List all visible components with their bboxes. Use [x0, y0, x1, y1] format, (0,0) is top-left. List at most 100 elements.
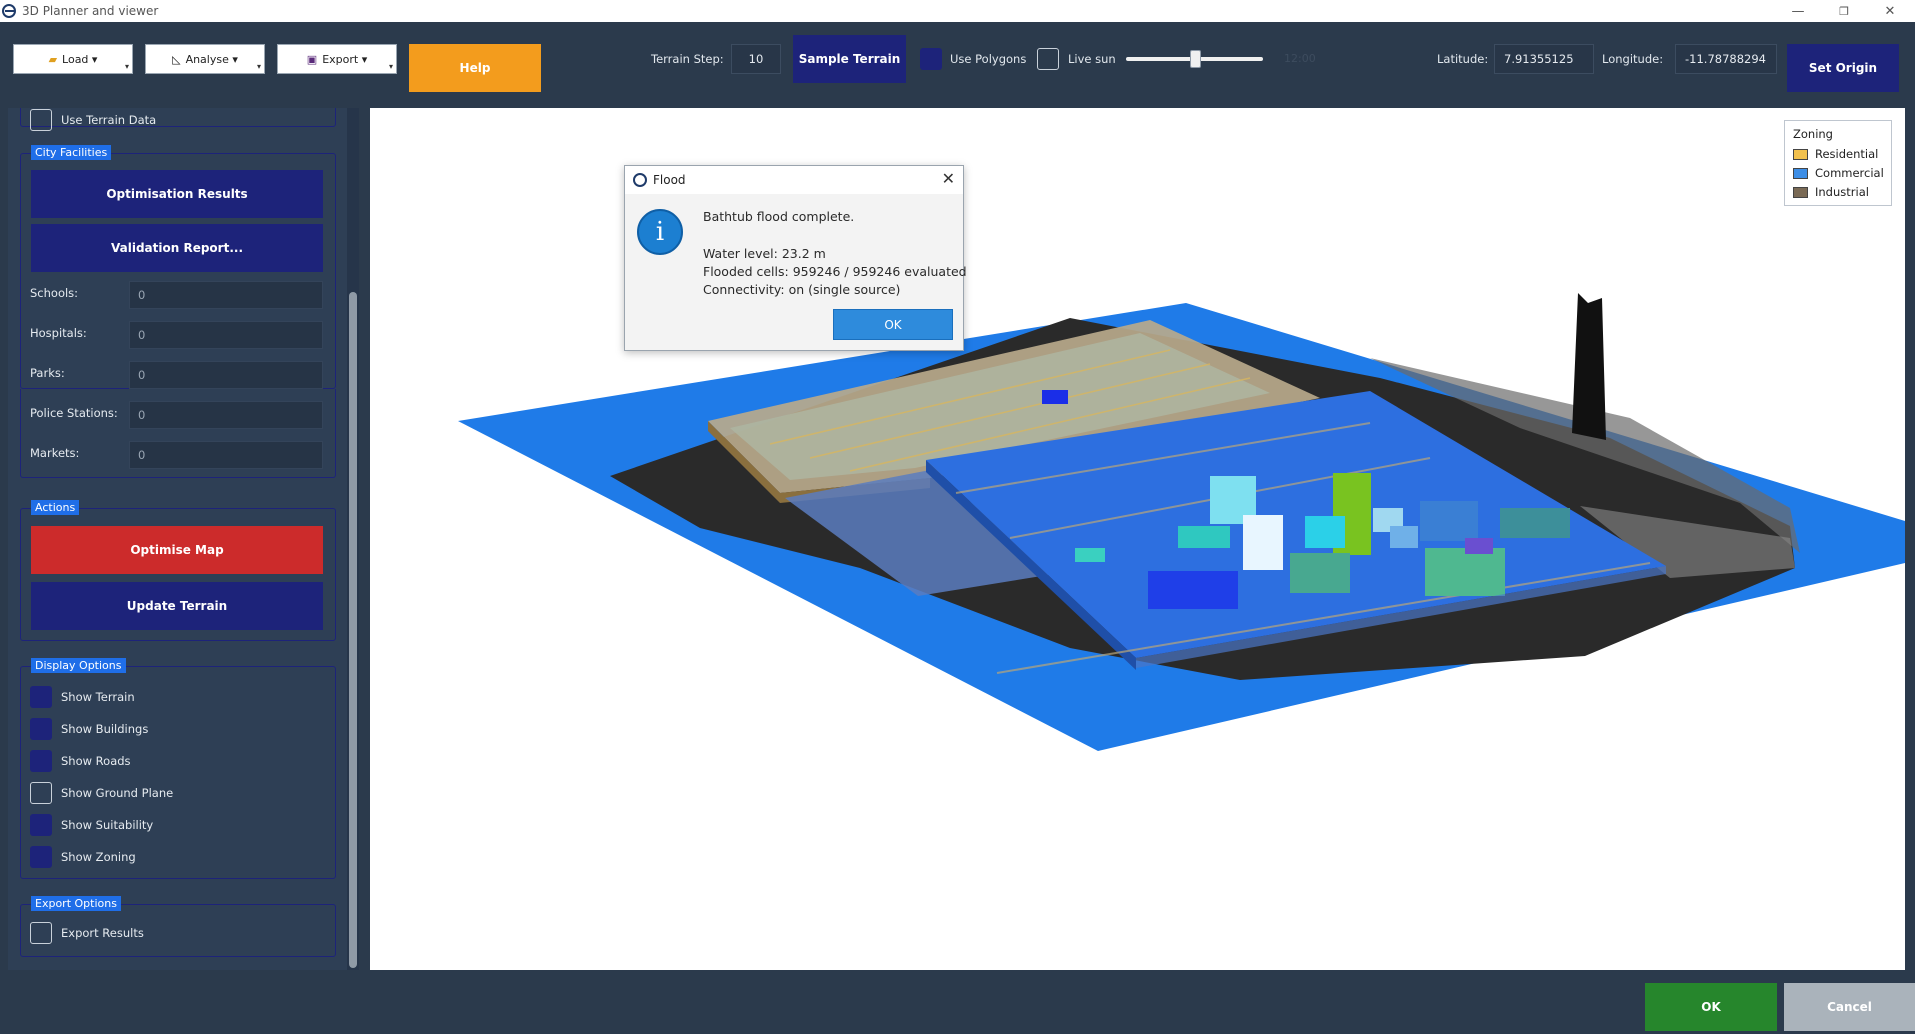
show-terrain-option[interactable]: Show Terrain — [30, 686, 135, 708]
latitude-input[interactable]: 7.91355125 — [1494, 44, 1594, 74]
show-buildings-label: Show Buildings — [61, 722, 149, 736]
building-teal — [1290, 553, 1350, 593]
3d-viewport[interactable] — [370, 108, 1905, 970]
show-buildings-option[interactable]: Show Buildings — [30, 718, 148, 740]
maximize-button[interactable]: ❐ — [1821, 0, 1867, 22]
close-button[interactable]: ✕ — [1867, 0, 1913, 22]
schools-input[interactable]: 0 — [129, 281, 323, 309]
show-ground-plane-option[interactable]: Show Ground Plane — [30, 782, 173, 804]
hospitals-input[interactable]: 0 — [129, 321, 323, 349]
legend-item-commercial: Commercial — [1793, 166, 1884, 180]
use-terrain-data-checkbox[interactable] — [30, 109, 52, 131]
export-results-option[interactable]: Export Results — [30, 922, 144, 944]
show-terrain-checkbox[interactable] — [30, 686, 52, 708]
export-dropdown[interactable]: ▣ Export ▾ ▾ — [277, 44, 397, 74]
window-titlebar: 3D Planner and viewer — ❐ ✕ — [0, 0, 1915, 22]
building-dark-blue — [1148, 571, 1238, 609]
show-ground-plane-label: Show Ground Plane — [61, 786, 174, 800]
use-polygons-label: Use Polygons — [950, 52, 1027, 66]
building-purple — [1465, 538, 1493, 554]
show-ground-plane-checkbox[interactable] — [30, 782, 52, 804]
app-logo-icon — [633, 173, 647, 187]
ok-button[interactable]: OK — [1645, 983, 1777, 1031]
show-suitability-label: Show Suitability — [61, 818, 154, 832]
load-label: Load ▾ — [62, 52, 98, 66]
latitude-label: Latitude: — [1437, 52, 1489, 66]
building-white — [1243, 515, 1283, 570]
use-polygons-checkbox[interactable] — [920, 48, 942, 70]
legend-industrial-label: Industrial — [1815, 185, 1869, 199]
city-3d-scene — [458, 293, 1905, 751]
residential-swatch — [1793, 148, 1808, 160]
hospitals-label: Hospitals: — [30, 326, 87, 340]
actions-title: Actions — [31, 500, 80, 515]
legend-item-residential: Residential — [1793, 147, 1878, 161]
city-facilities-group: City Facilities Optimisation Results Val… — [20, 145, 336, 389]
window-title: 3D Planner and viewer — [22, 4, 159, 18]
update-terrain-button[interactable]: Update Terrain — [31, 582, 323, 630]
use-terrain-data-option[interactable]: Use Terrain Data — [30, 109, 156, 131]
show-zoning-checkbox[interactable] — [30, 846, 52, 868]
dialog-water-level: Water level: 23.2 m — [703, 246, 826, 261]
sidebar[interactable]: Use Terrain Data City Facilities Optimis… — [8, 108, 356, 970]
legend-item-industrial: Industrial — [1793, 185, 1869, 199]
sun-time-slider-handle[interactable] — [1190, 50, 1201, 68]
live-sun-checkbox[interactable] — [1037, 48, 1059, 70]
show-zoning-option[interactable]: Show Zoning — [30, 846, 136, 868]
parks-label: Parks: — [30, 366, 65, 380]
set-origin-button[interactable]: Set Origin — [1787, 44, 1899, 92]
help-button[interactable]: Help — [409, 44, 541, 92]
building — [1500, 508, 1570, 538]
minimize-button[interactable]: — — [1775, 0, 1821, 22]
live-sun-label: Live sun — [1068, 52, 1116, 66]
show-zoning-label: Show Zoning — [61, 850, 136, 864]
parks-input[interactable]: 0 — [129, 361, 323, 389]
building — [1390, 526, 1418, 548]
validation-report-button[interactable]: Validation Report... — [31, 224, 323, 272]
show-terrain-label: Show Terrain — [61, 690, 135, 704]
legend-residential-label: Residential — [1815, 147, 1879, 161]
building — [1420, 501, 1478, 541]
chevron-down-icon: ▾ — [388, 62, 393, 71]
load-dropdown[interactable]: ▰ Load ▾ ▾ — [13, 44, 133, 74]
export-options-group: Export Options Export Results — [20, 896, 336, 957]
dialog-title: Flood — [653, 173, 686, 187]
industrial-swatch — [1793, 186, 1808, 198]
app-logo-icon — [2, 4, 16, 18]
ruler-icon: ◺ — [172, 52, 181, 66]
dialog-ok-button[interactable]: OK — [833, 309, 953, 340]
longitude-input[interactable]: -11.78788294 — [1675, 44, 1777, 74]
terrain-data-group: Use Terrain Data — [20, 108, 336, 131]
show-suitability-checkbox[interactable] — [30, 814, 52, 836]
chevron-down-icon: ▾ — [124, 62, 129, 71]
show-roads-checkbox[interactable] — [30, 750, 52, 772]
sun-time-label: 12:00 — [1284, 52, 1316, 65]
cancel-button[interactable]: Cancel — [1784, 983, 1915, 1031]
terrain-step-label: Terrain Step: — [651, 52, 724, 66]
display-options-group: Display Options Show Terrain Show Buildi… — [20, 658, 336, 879]
flood-dialog: Flood ✕ i Bathtub flood complete. Water … — [624, 165, 967, 351]
optimisation-results-button[interactable]: Optimisation Results — [31, 170, 323, 218]
sample-terrain-button[interactable]: Sample Terrain — [793, 35, 906, 83]
sidebar-scrollbar-thumb[interactable] — [349, 292, 357, 968]
export-options-title: Export Options — [31, 896, 121, 911]
show-roads-option[interactable]: Show Roads — [30, 750, 131, 772]
show-roads-label: Show Roads — [61, 754, 131, 768]
dialog-titlebar: Flood ✕ — [625, 166, 963, 194]
zoning-legend: Zoning Residential Commercial Industrial — [1784, 120, 1892, 206]
folder-icon: ▰ — [48, 52, 58, 66]
optimise-map-button[interactable]: Optimise Map — [31, 526, 323, 574]
save-icon: ▣ — [306, 52, 318, 66]
legend-commercial-label: Commercial — [1815, 166, 1884, 180]
show-suitability-option[interactable]: Show Suitability — [30, 814, 153, 836]
terrain-step-input[interactable]: 10 — [731, 44, 781, 74]
toolbar: ▰ Load ▾ ▾ ◺ Analyse ▾ ▾ ▣ Export ▾ ▾ He… — [0, 22, 1915, 100]
show-buildings-checkbox[interactable] — [30, 718, 52, 740]
dialog-close-icon[interactable]: ✕ — [942, 169, 955, 188]
dialog-message: Bathtub flood complete. — [703, 209, 855, 224]
commercial-swatch — [1793, 167, 1808, 179]
city-facilities-title: City Facilities — [31, 145, 112, 160]
analyse-dropdown[interactable]: ◺ Analyse ▾ ▾ — [145, 44, 265, 74]
export-results-checkbox[interactable] — [30, 922, 52, 944]
building-teal — [1178, 526, 1230, 548]
